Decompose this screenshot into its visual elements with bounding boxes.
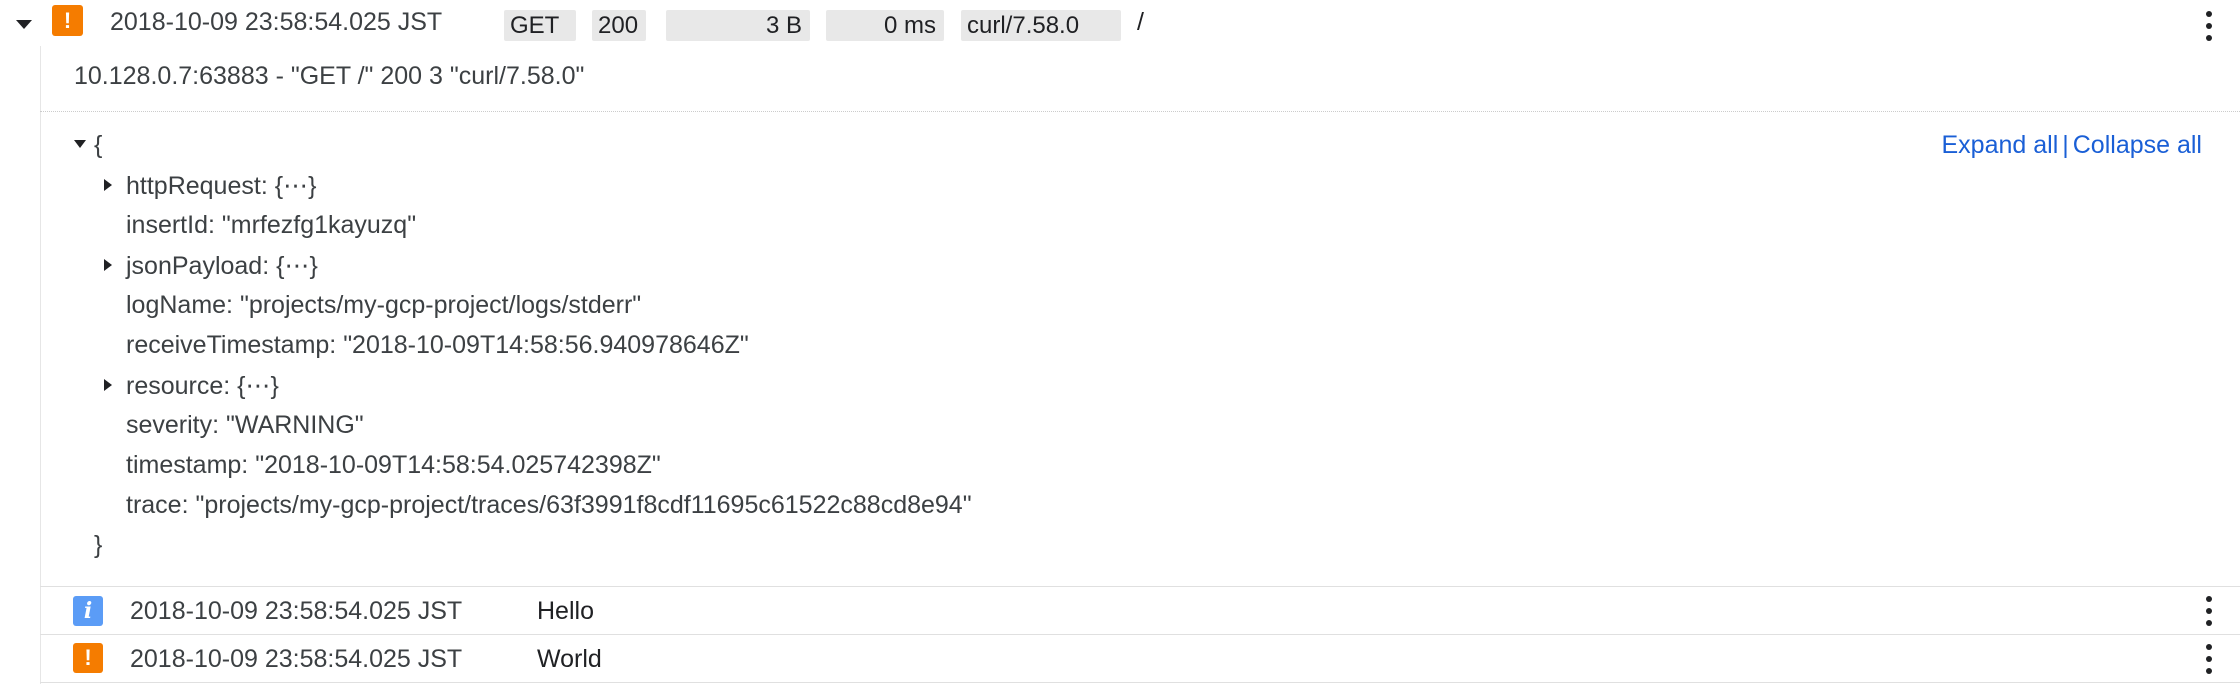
json-field-severity: severity: "WARNING" <box>126 411 364 439</box>
log-entry-header[interactable]: ! 2018-10-09 23:58:54.025 JST GET 200 3 … <box>0 0 2240 50</box>
row-divider <box>40 634 2240 635</box>
log-message: Hello <box>537 597 594 625</box>
json-close-brace: } <box>94 531 103 559</box>
warning-icon: ! <box>73 643 103 673</box>
warning-icon: ! <box>52 5 83 36</box>
expand-jsonpayload-icon[interactable] <box>104 259 112 271</box>
json-field-receivetimestamp: receiveTimestamp: "2018-10-09T14:58:56.9… <box>126 331 749 359</box>
request-path: / <box>1137 8 1144 36</box>
collapse-caret-icon[interactable] <box>16 20 32 29</box>
more-options-icon[interactable] <box>2204 594 2214 628</box>
json-collapse-caret-icon[interactable] <box>74 140 86 148</box>
info-icon: i <box>73 596 103 626</box>
log-timestamp: 2018-10-09 23:58:54.025 JST <box>130 645 463 673</box>
status-chip: 200 <box>592 10 646 41</box>
link-separator: | <box>2062 131 2069 159</box>
expand-resource-icon[interactable] <box>104 379 112 391</box>
row-divider <box>40 586 2240 587</box>
row-divider <box>40 682 2240 683</box>
json-field-resource[interactable]: resource: {⋯} <box>126 371 279 401</box>
user-agent-chip: curl/7.58.0 <box>961 10 1121 41</box>
latency-chip: 0 ms <box>826 10 944 41</box>
json-field-httprequest[interactable]: httpRequest: {⋯} <box>126 171 316 201</box>
log-timestamp: 2018-10-09 23:58:54.025 JST <box>130 597 463 625</box>
expand-all-link[interactable]: Expand all <box>1942 131 2059 159</box>
more-options-icon[interactable] <box>2204 642 2214 676</box>
log-summary: 10.128.0.7:63883 - "GET /" 200 3 "curl/7… <box>74 62 585 90</box>
log-message: World <box>537 645 602 673</box>
expand-collapse-links: Expand all | Collapse all <box>1942 131 2203 160</box>
size-chip: 3 B <box>666 10 810 41</box>
log-timestamp: 2018-10-09 23:58:54.025 JST <box>110 8 443 36</box>
collapse-all-link[interactable]: Collapse all <box>2073 131 2202 159</box>
json-field-jsonpayload[interactable]: jsonPayload: {⋯} <box>126 251 318 281</box>
gutter-line <box>40 46 41 684</box>
more-options-icon[interactable] <box>2204 9 2214 43</box>
method-chip: GET <box>504 10 576 41</box>
json-field-timestamp: timestamp: "2018-10-09T14:58:54.02574239… <box>126 451 661 479</box>
divider <box>40 111 2240 112</box>
json-field-logname: logName: "projects/my-gcp-project/logs/s… <box>126 291 642 319</box>
json-open-brace: { <box>94 131 103 159</box>
json-field-insertid: insertId: "mrfezfg1kayuzq" <box>126 211 417 239</box>
expand-httprequest-icon[interactable] <box>104 179 112 191</box>
json-field-trace: trace: "projects/my-gcp-project/traces/6… <box>126 491 972 519</box>
